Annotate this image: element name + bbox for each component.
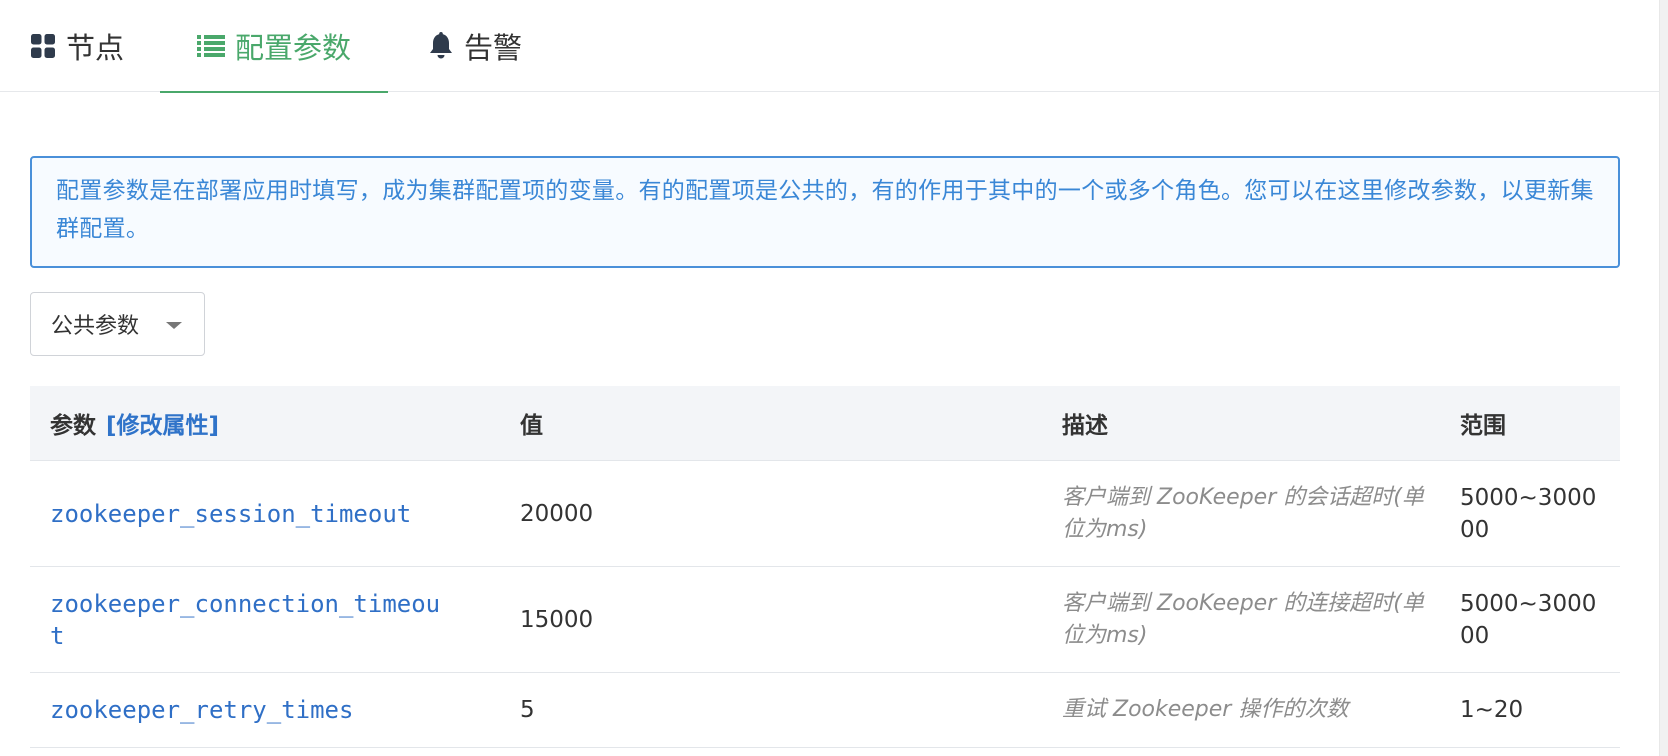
vertical-scrollbar[interactable] bbox=[1659, 0, 1668, 756]
param-name[interactable]: zookeeper_session_timeout bbox=[50, 461, 450, 566]
header-param-label: 参数 bbox=[50, 413, 96, 439]
list-icon bbox=[196, 34, 225, 58]
grid-icon bbox=[30, 33, 56, 59]
tab-nodes-label: 节点 bbox=[66, 31, 125, 65]
tab-nodes[interactable]: 节点 bbox=[30, 0, 124, 92]
header-value: 值 bbox=[520, 413, 543, 439]
tab-alerts[interactable]: 告警 bbox=[428, 0, 522, 92]
table-row: zookeeper_session_timeout 20000 客户端到 Zoo… bbox=[30, 461, 1620, 567]
param-range: 5000~300000 bbox=[1460, 484, 1597, 543]
param-range: 1~20 bbox=[1460, 697, 1524, 723]
param-name[interactable]: zookeeper_connection_timeout bbox=[50, 567, 450, 672]
info-alert: 配置参数是在部署应用时填写，成为集群配置项的变量。有的配置项是公共的，有的作用于… bbox=[30, 156, 1620, 268]
tab-alerts-label: 告警 bbox=[464, 31, 523, 65]
param-value: 15000 bbox=[520, 606, 594, 633]
header-range: 范围 bbox=[1460, 413, 1506, 439]
table-row: zookeeper_retry_times 5 重试 Zookeeper 操作的… bbox=[30, 673, 1620, 748]
config-page: 节点 配置参数 告警 配置参数是在部署应用时填写，成为集群配置项的变量。有的配置… bbox=[0, 0, 1659, 756]
param-description: 客户端到 ZooKeeper 的会话超时(单位为ms) bbox=[1062, 484, 1424, 542]
tab-config-params[interactable]: 配置参数 bbox=[160, 0, 388, 93]
header-description: 描述 bbox=[1062, 413, 1108, 439]
param-name[interactable]: zookeeper_retry_times bbox=[50, 673, 450, 747]
scope-select[interactable]: 公共参数 bbox=[30, 292, 205, 356]
param-description: 重试 Zookeeper 操作的次数 bbox=[1062, 697, 1349, 722]
edit-properties-link[interactable]: [修改属性] bbox=[106, 406, 219, 440]
param-range: 5000~300000 bbox=[1460, 590, 1597, 649]
param-value: 5 bbox=[520, 697, 535, 723]
param-description: 客户端到 ZooKeeper 的连接超时(单位为ms) bbox=[1062, 590, 1424, 648]
chevron-down-icon bbox=[166, 322, 182, 329]
tab-bar: 节点 配置参数 告警 bbox=[0, 0, 1659, 93]
param-value: 20000 bbox=[520, 500, 594, 527]
header-param: 参数 [修改属性] bbox=[50, 386, 219, 460]
params-table: 参数 [修改属性] 值 描述 范围 zookeeper_session_time… bbox=[30, 386, 1620, 748]
table-row: zookeeper_connection_timeout 15000 客户端到 … bbox=[30, 567, 1620, 673]
scope-select-value: 公共参数 bbox=[51, 314, 140, 339]
table-header: 参数 [修改属性] 值 描述 范围 bbox=[30, 386, 1620, 461]
tab-config-label: 配置参数 bbox=[234, 31, 351, 65]
bell-icon bbox=[428, 32, 454, 60]
